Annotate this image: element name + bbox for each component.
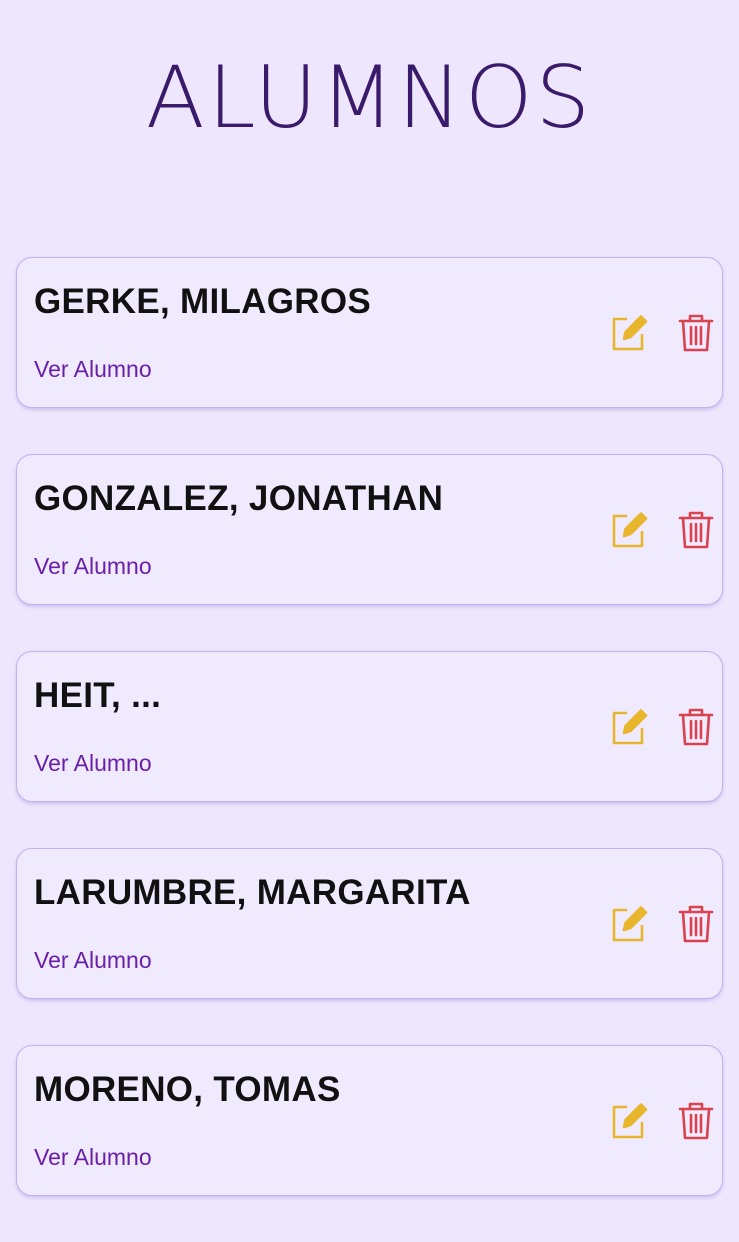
view-student-link[interactable]: Ver Alumno	[34, 750, 152, 777]
view-student-link[interactable]: Ver Alumno	[34, 553, 152, 580]
student-card: HEIT, ... Ver Alumno	[16, 651, 723, 802]
student-card: LARUMBRE, MARGARITA Ver Alumno	[16, 848, 723, 999]
student-name: MORENO, TOMAS	[34, 1070, 341, 1109]
view-student-link[interactable]: Ver Alumno	[34, 947, 152, 974]
edit-icon[interactable]	[610, 904, 648, 944]
student-card: GONZALEZ, JONATHAN Ver Alumno	[16, 454, 723, 605]
trash-icon[interactable]	[677, 510, 715, 550]
student-name: GERKE, MILAGROS	[34, 282, 372, 321]
student-name: GONZALEZ, JONATHAN	[34, 479, 444, 518]
page-title: ALUMNOS	[145, 48, 594, 148]
student-card: MORENO, TOMAS Ver Alumno	[16, 1045, 723, 1196]
trash-icon[interactable]	[677, 904, 715, 944]
student-name: LARUMBRE, MARGARITA	[34, 873, 471, 912]
trash-icon[interactable]	[677, 1101, 715, 1141]
edit-icon[interactable]	[610, 313, 648, 353]
student-card: GERKE, MILAGROS Ver Alumno	[16, 257, 723, 408]
view-student-link[interactable]: Ver Alumno	[34, 1144, 152, 1171]
trash-icon[interactable]	[677, 313, 715, 353]
view-student-link[interactable]: Ver Alumno	[34, 356, 152, 383]
student-name: HEIT, ...	[34, 676, 162, 715]
edit-icon[interactable]	[610, 1101, 648, 1141]
trash-icon[interactable]	[677, 707, 715, 747]
student-list: GERKE, MILAGROS Ver Alumno GONZALEZ, JON…	[16, 257, 723, 1242]
edit-icon[interactable]	[610, 510, 648, 550]
edit-icon[interactable]	[610, 707, 648, 747]
